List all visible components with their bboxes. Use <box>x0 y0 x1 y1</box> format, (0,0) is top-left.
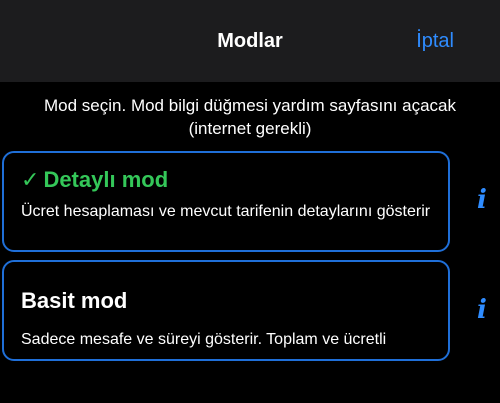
navigation-bar: Modlar İptal <box>0 0 500 82</box>
info-icon[interactable]: i <box>470 185 494 215</box>
mode-title-detailed-label: Detaylı mod <box>43 167 169 192</box>
instructions-text: Mod seçin. Mod bilgi düğmesi yardım sayf… <box>44 96 456 138</box>
mode-title-detailed: ✓ Detaylı mod <box>21 167 168 193</box>
mode-description-basic: Sadece mesafe ve süreyi gösterir. Toplam… <box>21 331 387 348</box>
mode-title-basic: Basit mod <box>21 288 128 313</box>
mode-card-detailed[interactable]: ✓ Detaylı mod Ücret hesaplaması ve mevcut… <box>2 151 450 252</box>
mode-card-basic[interactable]: Basit mod Sadece mesafe ve süreyi göster… <box>2 260 450 361</box>
info-icon[interactable]: i <box>470 295 494 325</box>
mode-description-detailed: Ücret hesaplaması ve mevcut tarifenin de… <box>21 203 431 220</box>
cancel-button[interactable]: İptal <box>416 30 454 53</box>
checkmark-icon: ✓ <box>21 167 40 192</box>
